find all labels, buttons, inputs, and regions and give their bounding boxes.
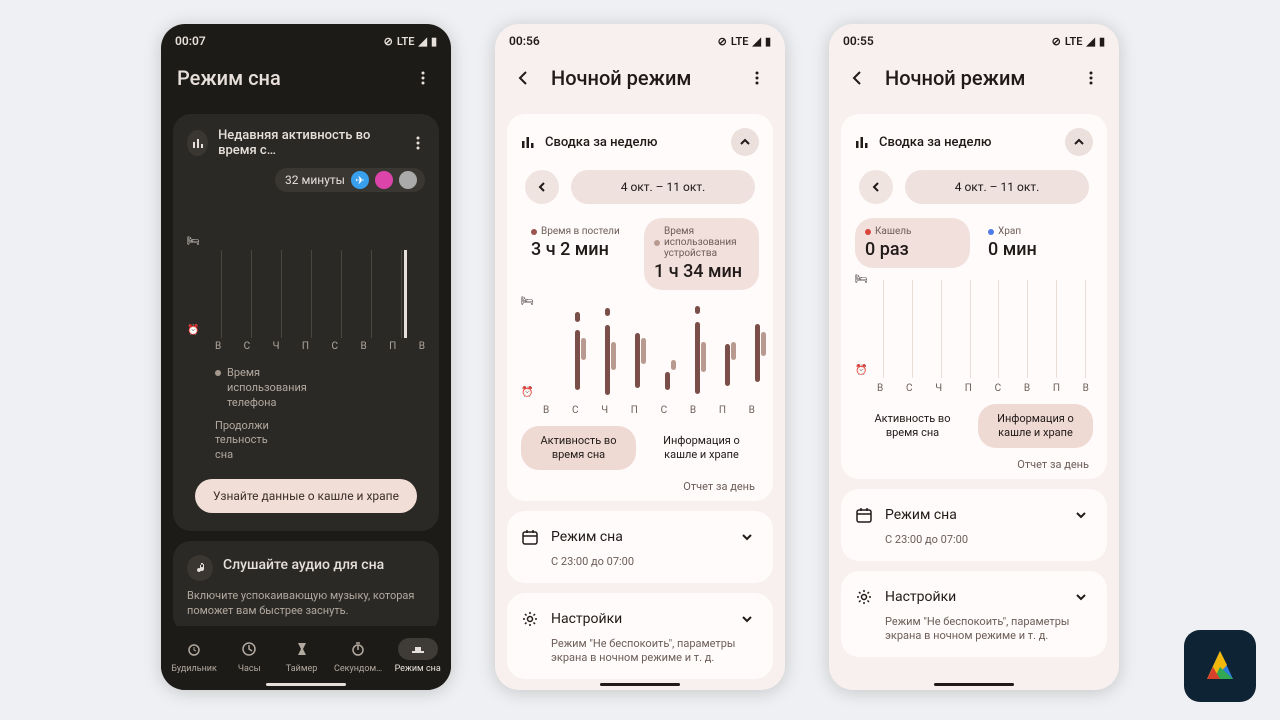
signal-icon: ◢ [1086,35,1094,48]
calendar-icon [855,506,873,524]
weekly-summary-card: Сводка за неделю 4 окт. – 11 окт. Кашель… [841,114,1107,479]
music-note-icon [187,555,213,581]
summary-title: Сводка за неделю [545,135,658,150]
tab-cough-snore-info[interactable]: Информация о кашле и храпе [644,426,759,470]
sleep-audio-card[interactable]: Слушайте аудио для сна Включите успокаив… [173,541,439,633]
battery-icon: ▮ [765,35,771,48]
chevron-down-icon[interactable] [735,525,759,549]
status-bar: 00:56 ⊘LTE◢▮ [495,24,785,52]
home-indicator [266,683,346,686]
phone-sleep-mode-dark: 00:07 ⊘ LTE ◢ ▮ Режим сна Недавняя актив… [161,24,451,690]
bed-icon: 🛏 [187,236,200,247]
card-title: Недавняя активность во время с… [218,128,391,158]
site-logo-badge [1184,630,1256,702]
back-button[interactable] [511,66,535,90]
overflow-menu-button[interactable] [411,66,435,90]
gear-icon [521,610,539,628]
card-overflow-button[interactable] [411,136,425,150]
home-indicator [600,683,680,686]
sleep-schedule-card[interactable]: Режим сна С 23:00 до 07:00 [841,489,1107,561]
chart-x-axis: ВСЧП СВПВ [215,341,425,352]
overflow-menu-button[interactable] [1079,66,1103,90]
daily-report-link[interactable]: Отчет за день [859,458,1089,471]
network-label: LTE [397,35,415,48]
back-button[interactable] [845,66,869,90]
status-bar: 00:55 ⊘LTE◢▮ [829,24,1119,52]
summary-title: Сводка за неделю [879,135,992,150]
bed-icon: 🛏 [521,296,534,307]
dnd-icon: ⊘ [718,35,727,48]
date-range-pill[interactable]: 4 окт. – 11 окт. [571,170,755,204]
battery-icon: ▮ [431,35,437,48]
tab-activity-during-sleep[interactable]: Активность во время сна [521,426,636,470]
tab-clock[interactable]: Часы [227,638,271,674]
bottom-tab-bar: Будильник Часы Таймер Секундом… Режим сн… [161,626,451,690]
alarm-icon: ⏰ [187,325,199,336]
cough-snore-cta-button[interactable]: Узнайте данные о кашле и храпе [195,479,417,513]
page-header: Режим сна [161,52,451,104]
stat-time-in-bed[interactable]: Время в постели 3 ч 2 мин [521,218,636,290]
bar-chart-icon [187,130,208,156]
phone-bedtime-activity: 00:56 ⊘LTE◢▮ Ночной режим Сводка за неде… [495,24,785,690]
tab-alarm[interactable]: Будильник [169,638,219,674]
phone-bedtime-cough: 00:55 ⊘LTE◢▮ Ночной режим Сводка за неде… [829,24,1119,690]
page-title: Режим сна [177,66,395,90]
page-header: Ночной режим [495,52,785,104]
status-time: 00:55 [843,34,874,48]
battery-icon: ▮ [1099,35,1105,48]
signal-icon: ◢ [418,35,426,48]
app-avatar-3 [399,171,417,189]
page-title: Ночной режим [551,66,729,90]
weekly-summary-card: Сводка за неделю 4 окт. – 11 окт. Время … [507,114,773,501]
app-avatar-2 [375,171,393,189]
bed-icon: 🛏 [855,274,868,285]
stat-device-usage[interactable]: Время использования устройства 1 ч 34 ми… [644,218,759,290]
daily-report-link[interactable]: Отчет за день [525,480,755,493]
app-avatar-telegram: ✈ [351,171,369,189]
duration-text: 32 минуты [285,173,345,187]
sleep-schedule-card[interactable]: Режим сна С 23:00 до 07:00 [507,511,773,583]
signal-icon: ◢ [752,35,760,48]
tab-sleep[interactable]: Режим сна [393,638,443,674]
bar-chart-icon [521,135,535,149]
collapse-button[interactable] [1065,128,1093,156]
status-bar: 00:07 ⊘ LTE ◢ ▮ [161,24,451,52]
dnd-icon: ⊘ [1052,35,1061,48]
page-header: Ночной режим [829,52,1119,104]
chevron-down-icon[interactable] [1069,585,1093,609]
status-time: 00:56 [509,34,540,48]
date-range-pill[interactable]: 4 окт. – 11 окт. [905,170,1089,204]
chevron-down-icon[interactable] [1069,503,1093,527]
chevron-down-icon[interactable] [735,607,759,631]
chart-legend: Время использования телефона Продолжи те… [215,366,425,463]
tab-cough-snore-info[interactable]: Информация о кашле и храпе [978,404,1093,448]
duration-badge: 32 минуты ✈ [275,168,425,192]
prev-week-button[interactable] [859,170,893,204]
overflow-menu-button[interactable] [745,66,769,90]
prev-week-button[interactable] [525,170,559,204]
settings-card[interactable]: Настройки Режим "Не беспокоить", парамет… [507,593,773,680]
gear-icon [855,588,873,606]
weekly-chart: 🛏 ⏰ ВСЧПСВПВ [855,274,1093,394]
collapse-button[interactable] [731,128,759,156]
audio-card-desc: Включите успокаивающую музыку, которая п… [187,589,425,619]
page-title: Ночной режим [885,66,1063,90]
tab-activity-during-sleep[interactable]: Активность во время сна [855,404,970,448]
calendar-icon [521,528,539,546]
dnd-icon: ⊘ [384,35,393,48]
activity-chart: 🛏 ⏰ ВСЧП СВПВ [187,242,425,352]
settings-card[interactable]: Настройки Режим "Не беспокоить", парамет… [841,571,1107,658]
tab-timer[interactable]: Таймер [280,638,324,674]
recent-activity-card: Недавняя активность во время с… 32 минут… [173,114,439,531]
status-time: 00:07 [175,34,206,48]
tab-stopwatch[interactable]: Секундом… [332,638,384,674]
stat-cough[interactable]: Кашель 0 раз [855,218,970,268]
bar-chart-icon [855,135,869,149]
alarm-icon: ⏰ [855,365,867,376]
weekly-chart: 🛏 ⏰ ВСЧПСВПВ [521,296,759,416]
audio-card-title: Слушайте аудио для сна [223,557,384,573]
alarm-icon: ⏰ [521,387,533,398]
stat-snore[interactable]: Храп 0 мин [978,218,1093,268]
home-indicator [934,683,1014,686]
